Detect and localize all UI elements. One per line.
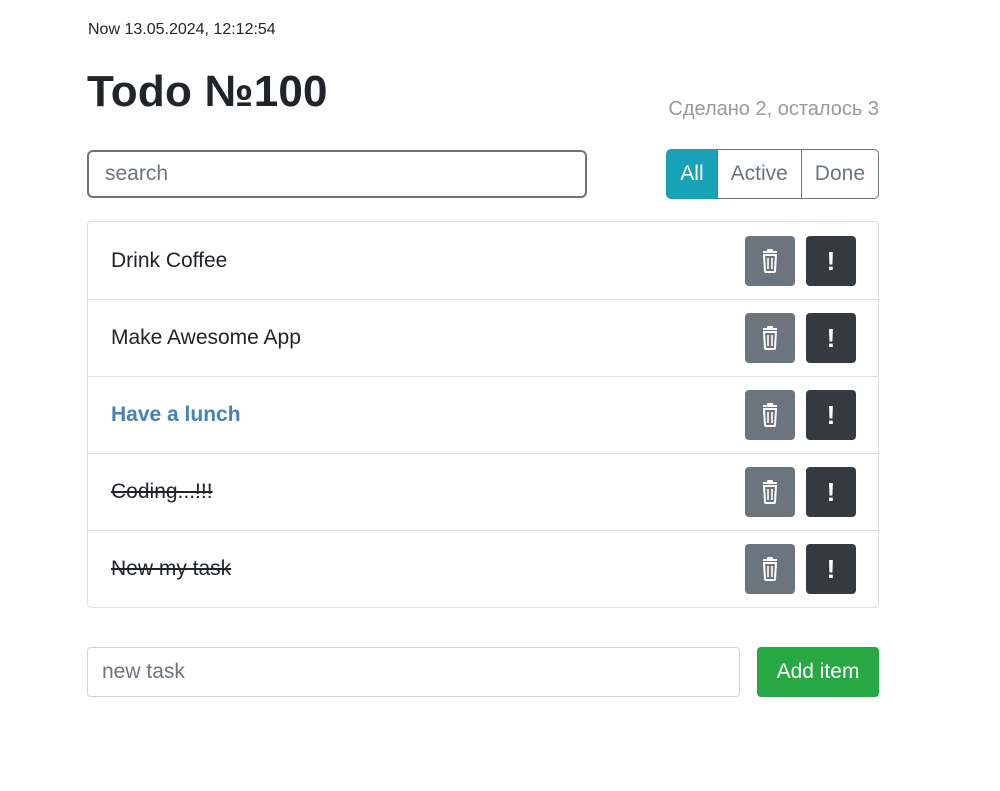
mark-important-button[interactable]: ! <box>806 390 856 440</box>
todo-item-label[interactable]: Drink Coffee <box>111 249 227 273</box>
trash-icon <box>762 480 778 504</box>
exclamation-icon: ! <box>826 400 836 430</box>
exclamation-icon: ! <box>826 323 836 353</box>
todo-item: New my task ! <box>88 530 878 607</box>
todo-counter: Сделано 2, осталось 3 <box>668 98 879 120</box>
exclamation-icon: ! <box>826 245 836 276</box>
exclamation-icon: ! <box>826 554 836 584</box>
trash-icon <box>762 326 778 350</box>
delete-button[interactable] <box>745 313 795 363</box>
add-item-button[interactable]: Add item <box>757 647 879 697</box>
todo-item-label[interactable]: Have a lunch <box>111 403 241 427</box>
mark-important-button[interactable]: ! <box>806 313 856 363</box>
delete-button[interactable] <box>745 467 795 517</box>
delete-button[interactable] <box>745 544 795 594</box>
filter-active-button[interactable]: Active <box>716 149 802 199</box>
trash-icon <box>762 557 778 581</box>
delete-button[interactable] <box>745 390 795 440</box>
todo-item: Coding...!!! ! <box>88 453 878 530</box>
filter-all-button[interactable]: All <box>666 149 718 199</box>
exclamation-icon: ! <box>826 477 836 507</box>
todo-item: Have a lunch ! <box>88 376 878 453</box>
filter-group: All Active Done <box>666 149 879 199</box>
todo-item-actions: ! <box>745 313 856 363</box>
new-task-input[interactable] <box>87 647 740 697</box>
todo-item-label[interactable]: Coding...!!! <box>111 480 213 504</box>
mark-important-button[interactable]: ! <box>806 467 856 517</box>
todo-item-actions: ! <box>745 467 856 517</box>
todo-item: Drink Coffee ! <box>88 222 878 299</box>
search-input[interactable] <box>87 150 587 198</box>
todo-item-actions: ! <box>745 235 856 286</box>
mark-important-button[interactable]: ! <box>806 235 856 286</box>
todo-list: Drink Coffee ! Make Awesome App ! Have a… <box>87 221 879 608</box>
todo-item-actions: ! <box>745 544 856 594</box>
mark-important-button[interactable]: ! <box>806 544 856 594</box>
clock-text: Now 13.05.2024, 12:12:54 <box>88 21 276 38</box>
todo-item: Make Awesome App ! <box>88 299 878 376</box>
trash-icon <box>762 248 778 273</box>
todo-item-label[interactable]: Make Awesome App <box>111 326 301 350</box>
todo-item-actions: ! <box>745 390 856 440</box>
delete-button[interactable] <box>745 235 795 286</box>
trash-icon <box>762 403 778 427</box>
todo-item-label[interactable]: New my task <box>111 557 231 581</box>
page-title: Todo №100 <box>87 67 328 116</box>
filter-done-button[interactable]: Done <box>800 149 879 199</box>
